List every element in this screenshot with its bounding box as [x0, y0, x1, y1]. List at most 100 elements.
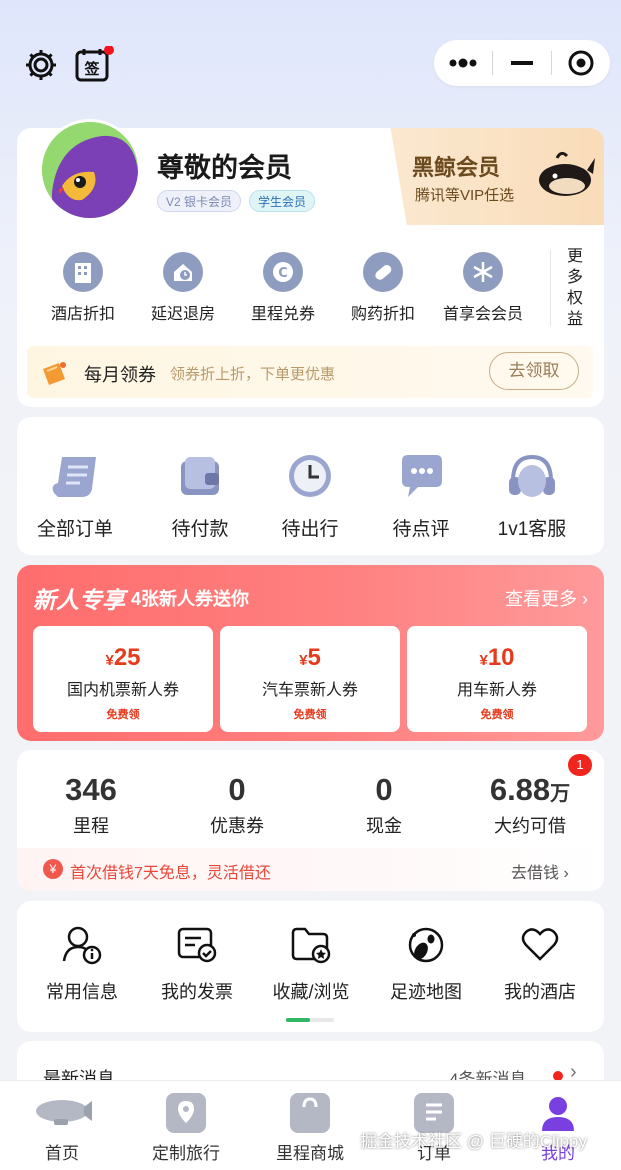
whale-icon: [537, 148, 595, 203]
coupon-amount: ¥5: [220, 644, 400, 672]
stat-unit: 万: [550, 783, 571, 805]
claim-coupon-button[interactable]: 去领取: [489, 352, 579, 390]
benefit-late-checkout[interactable]: 延迟退房: [133, 252, 233, 324]
order-customer-service[interactable]: 1v1客服: [477, 451, 587, 541]
invoice-check-icon: [139, 925, 255, 970]
order-pending-payment[interactable]: 待付款: [145, 451, 255, 541]
benefit-label: 酒店折扣: [50, 306, 115, 323]
svg-text:C: C: [278, 266, 288, 281]
coupon-amount-value: 10: [487, 644, 515, 671]
newcomer-subtitle: 4张新人券送你: [131, 589, 250, 609]
headset-icon: [477, 451, 587, 506]
more-benefits-link[interactable]: 更多权益: [565, 246, 585, 330]
vip-title: 黑鲸会员: [412, 155, 501, 180]
gear-icon[interactable]: [22, 46, 60, 84]
stat-coupons[interactable]: 0 优惠券: [167, 772, 307, 838]
newcomer-coupon-bus[interactable]: ¥5 汽车票新人券 免费领: [220, 626, 400, 732]
tab-label: 首页: [45, 1144, 79, 1163]
notification-badge: 1: [568, 754, 592, 776]
svg-text:签: 签: [83, 60, 100, 78]
footprint-icon: [368, 925, 484, 970]
stat-value-number: 6.88: [489, 772, 551, 807]
tool-footprint-map[interactable]: 足迹地图: [368, 925, 484, 1004]
coupon-amount: ¥10: [407, 644, 587, 672]
tool-favorites-history[interactable]: 收藏/浏览: [253, 925, 369, 1004]
stat-cash[interactable]: 0 现金: [314, 772, 454, 838]
order-upcoming-trip[interactable]: 待出行: [255, 451, 365, 541]
coupon-name: 国内机票新人券: [66, 682, 179, 699]
benefit-medicine-discount[interactable]: 购药折扣: [333, 252, 433, 324]
benefit-hotel-discount[interactable]: 酒店折扣: [33, 252, 133, 324]
assets-card: 346 里程 0 优惠券 0 现金 6.88万 大约可借 1 ¥ 首次借钱7天免…: [17, 750, 604, 891]
loan-strip[interactable]: ¥ 首次借钱7天免息，灵活借还 去借钱 ›: [17, 848, 604, 891]
tool-common-info[interactable]: 常用信息: [24, 925, 140, 1004]
map-pin-icon: [166, 1093, 206, 1133]
benefit-mileage-coupon[interactable]: C 里程兑券: [233, 252, 333, 324]
shopping-bag-icon: [290, 1093, 330, 1133]
loan-action-label: 去借钱: [511, 865, 560, 882]
wallet-icon: [145, 451, 255, 506]
newcomer-coupon-car[interactable]: ¥10 用车新人券 免费领: [407, 626, 587, 732]
newcomer-card: 新人专享 4张新人券送你 查看更多 › ¥25 国内机票新人券 免费领 ¥5 汽…: [17, 565, 604, 741]
coupon-free-tag: 免费领: [480, 709, 514, 721]
scroll-list-icon: [20, 451, 130, 506]
tab-label: 里程商城: [276, 1144, 344, 1163]
top-bar: 签: [0, 0, 621, 110]
yuan-icon: ¥: [43, 859, 63, 879]
stat-mileage[interactable]: 346 里程: [21, 772, 161, 838]
coupon-name: 汽车票新人券: [261, 682, 358, 699]
order-pending-review[interactable]: 待点评: [366, 451, 476, 541]
benefit-label: 延迟退房: [150, 306, 215, 323]
stat-label: 现金: [366, 816, 402, 836]
silver-member-badge[interactable]: V2 银卡会员: [157, 190, 242, 212]
benefit-label: 里程兑券: [250, 306, 315, 323]
watermark: 掘金技术社区 @ 巨硬的Clippy: [360, 1132, 587, 1151]
tab-home[interactable]: 首页: [12, 1093, 112, 1164]
tool-my-hotel[interactable]: 我的酒店: [482, 925, 598, 1004]
newcomer-title: 新人专享: [33, 587, 125, 613]
order-label: 待付款: [171, 519, 229, 540]
tool-my-invoice[interactable]: 我的发票: [139, 925, 255, 1004]
order-all[interactable]: 全部订单: [20, 451, 130, 541]
coupon-name: 用车新人券: [456, 682, 537, 699]
more-dots-icon[interactable]: [434, 40, 492, 86]
student-member-badge[interactable]: 学生会员: [249, 190, 316, 212]
tab-mileage-mall[interactable]: 里程商城: [260, 1093, 360, 1164]
coupon-amount-value: 25: [113, 644, 141, 671]
stat-label: 优惠券: [210, 816, 264, 836]
clock-icon: [255, 451, 365, 506]
stat-credit[interactable]: 6.88万 大约可借: [460, 772, 600, 838]
benefit-divider: [550, 250, 551, 326]
member-name: 尊敬的会员: [157, 153, 292, 183]
stat-value: 0: [375, 772, 393, 807]
pill-icon: [363, 252, 403, 292]
coupon-amount: ¥25: [33, 644, 213, 672]
tools-card: 常用信息 我的发票 收藏/浏览 足迹地图 我的酒店: [17, 901, 604, 1032]
monthly-coupon-strip[interactable]: 每月领券 领券折上折，下单更优惠 去领取: [27, 346, 593, 398]
tool-label: 收藏/浏览: [272, 982, 350, 1002]
loan-action[interactable]: 去借钱 ›: [511, 859, 569, 883]
stat-value: 6.88万: [460, 772, 600, 808]
chevron-right-icon: ›: [563, 865, 569, 882]
minimize-icon[interactable]: [493, 40, 551, 86]
close-target-icon[interactable]: [552, 40, 610, 86]
coupon-description: 领券折上折，下单更优惠: [170, 366, 336, 383]
house-clock-icon: [163, 252, 203, 292]
stat-label: 大约可借: [494, 816, 566, 836]
benefit-first-club[interactable]: 首享会会员: [433, 252, 533, 324]
snowflake-icon: [463, 252, 503, 292]
coupon-amount-value: 5: [307, 644, 321, 671]
sign-in-calendar-icon[interactable]: 签: [74, 45, 114, 84]
person-info-icon: [24, 925, 140, 970]
avatar[interactable]: [39, 119, 141, 221]
stat-value: 0: [228, 772, 246, 807]
newcomer-more-link[interactable]: 查看更多 ›: [505, 585, 588, 611]
tab-custom-travel[interactable]: 定制旅行: [136, 1093, 236, 1164]
tool-label: 足迹地图: [390, 982, 462, 1002]
coupon-free-tag: 免费领: [106, 709, 140, 721]
airship-icon: [36, 1093, 92, 1133]
newcomer-coupon-flight[interactable]: ¥25 国内机票新人券 免费领: [33, 626, 213, 732]
chat-bubble-icon: [366, 451, 476, 506]
order-label: 1v1客服: [497, 519, 567, 540]
order-label: 待出行: [281, 519, 339, 540]
